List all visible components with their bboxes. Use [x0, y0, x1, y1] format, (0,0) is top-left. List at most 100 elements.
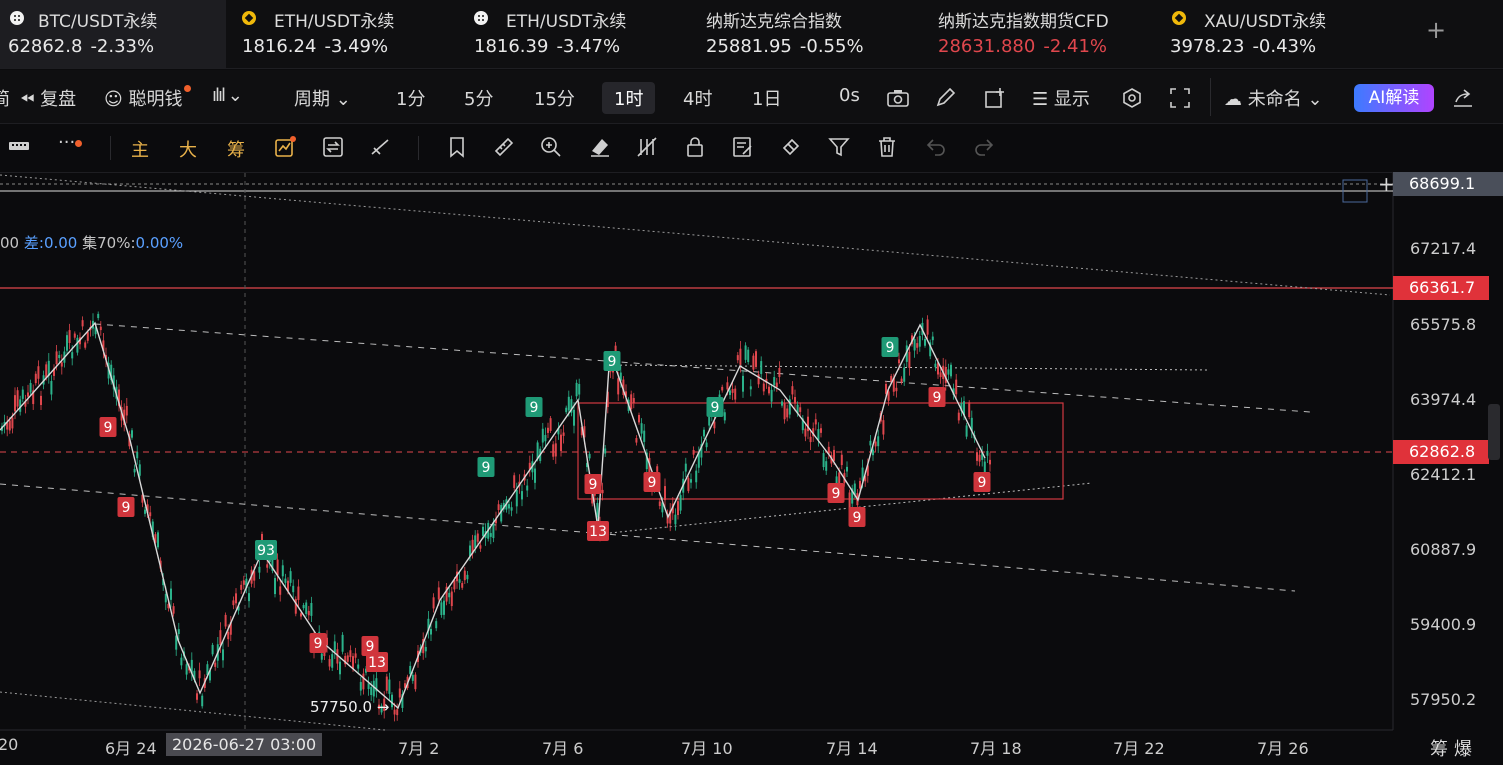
candle-body — [55, 351, 58, 364]
candle-body — [185, 664, 188, 675]
time-axis-label: 6月 24 — [105, 739, 157, 758]
candle-body — [729, 390, 731, 395]
time-axis-label: 7月 6 — [542, 739, 584, 758]
candle-body — [926, 319, 929, 335]
candle-body — [357, 664, 360, 669]
candle-body — [411, 674, 414, 681]
candle-body — [918, 336, 921, 347]
candle-body — [601, 489, 604, 494]
td-label: 9 — [933, 390, 942, 406]
candle-body — [632, 398, 635, 404]
candle-body — [547, 427, 549, 433]
td-label: 9 — [589, 477, 598, 493]
candle-body — [297, 586, 300, 600]
candle-body — [794, 397, 796, 404]
candle-body — [739, 348, 742, 365]
chips-explode-toggle[interactable]: 筹爆 — [1430, 735, 1478, 761]
candle-body — [848, 492, 851, 510]
candle-body — [84, 342, 87, 348]
candle-body — [258, 566, 261, 573]
candle-body — [643, 430, 646, 442]
candle-body — [939, 372, 942, 378]
candle-body — [11, 417, 14, 429]
trend-line[interactable] — [0, 174, 1391, 296]
candle-body — [908, 351, 911, 368]
candle-body — [409, 665, 412, 674]
candlestick-chart[interactable]: + 99939 9139999139999999 — [0, 0, 1503, 765]
candle-body — [466, 574, 469, 580]
candle-body — [820, 428, 822, 433]
candle-body — [822, 453, 825, 468]
candle-body — [302, 605, 305, 609]
candle-body — [97, 313, 100, 319]
candle-body — [695, 470, 698, 483]
candle-body — [170, 588, 172, 600]
candle-body — [430, 628, 432, 635]
candle-body — [81, 320, 84, 327]
candle-body — [224, 614, 227, 627]
trend-line[interactable] — [0, 483, 1296, 592]
time-axis-label: 7月 10 — [681, 739, 733, 758]
candle-body — [289, 571, 292, 583]
candle-body — [222, 649, 224, 661]
candle-body — [432, 597, 435, 609]
candle-body — [778, 367, 781, 378]
time-axis-label: 7月 22 — [1113, 739, 1165, 758]
candle-body — [749, 386, 752, 390]
candle-body — [331, 654, 334, 668]
candle-body — [690, 479, 692, 483]
candles — [1, 311, 991, 722]
candle-body — [482, 526, 484, 536]
candle-body — [526, 485, 529, 491]
candle-body — [370, 687, 373, 695]
candle-body — [133, 468, 136, 473]
price-axis-label: 67217.4 — [1410, 239, 1477, 258]
candle-body — [838, 472, 841, 484]
candle-body — [76, 337, 79, 353]
candle-body — [510, 507, 513, 511]
candle-body — [149, 512, 152, 517]
candle-body — [242, 580, 245, 585]
candle-body — [86, 332, 89, 341]
candle-body — [596, 502, 599, 518]
candle-body — [136, 451, 139, 459]
candle-body — [60, 362, 63, 367]
td-label: 9 — [314, 636, 323, 652]
candle-body — [578, 384, 581, 395]
candle-body — [755, 351, 757, 367]
candle-body — [341, 634, 344, 652]
candle-body — [674, 514, 677, 525]
candle-body — [567, 396, 570, 411]
td-label: 9 — [608, 354, 617, 370]
candle-body — [320, 653, 323, 660]
candle-body — [458, 579, 461, 583]
td-label: 9 — [104, 420, 113, 436]
candle-body — [757, 374, 760, 385]
time-axis-label: 7月 26 — [1257, 739, 1309, 758]
candle-body — [934, 363, 937, 368]
candle-body — [560, 434, 562, 451]
scroll-handle[interactable] — [1488, 404, 1500, 460]
candle-body — [846, 466, 848, 472]
trend-line[interactable] — [94, 323, 1311, 413]
candle-body — [544, 434, 547, 442]
candle-body — [833, 449, 835, 461]
candle-body — [781, 401, 783, 406]
candle-body — [489, 533, 492, 537]
candle-body — [391, 694, 393, 708]
candle-body — [339, 661, 341, 675]
candle-body — [138, 464, 141, 476]
candle-body — [840, 454, 843, 466]
candle-body — [877, 436, 880, 447]
candle-body — [219, 630, 222, 645]
price-axis-label: 57950.2 — [1410, 690, 1477, 709]
candle-body — [874, 441, 877, 447]
candle-body — [235, 593, 237, 604]
candle-body — [450, 591, 453, 607]
time-axis-label: 7月 14 — [826, 739, 878, 758]
candle-body — [903, 367, 906, 382]
candle-body — [775, 382, 778, 388]
candle-body — [453, 580, 456, 590]
candle-body — [726, 382, 729, 390]
candle-body — [40, 395, 42, 405]
